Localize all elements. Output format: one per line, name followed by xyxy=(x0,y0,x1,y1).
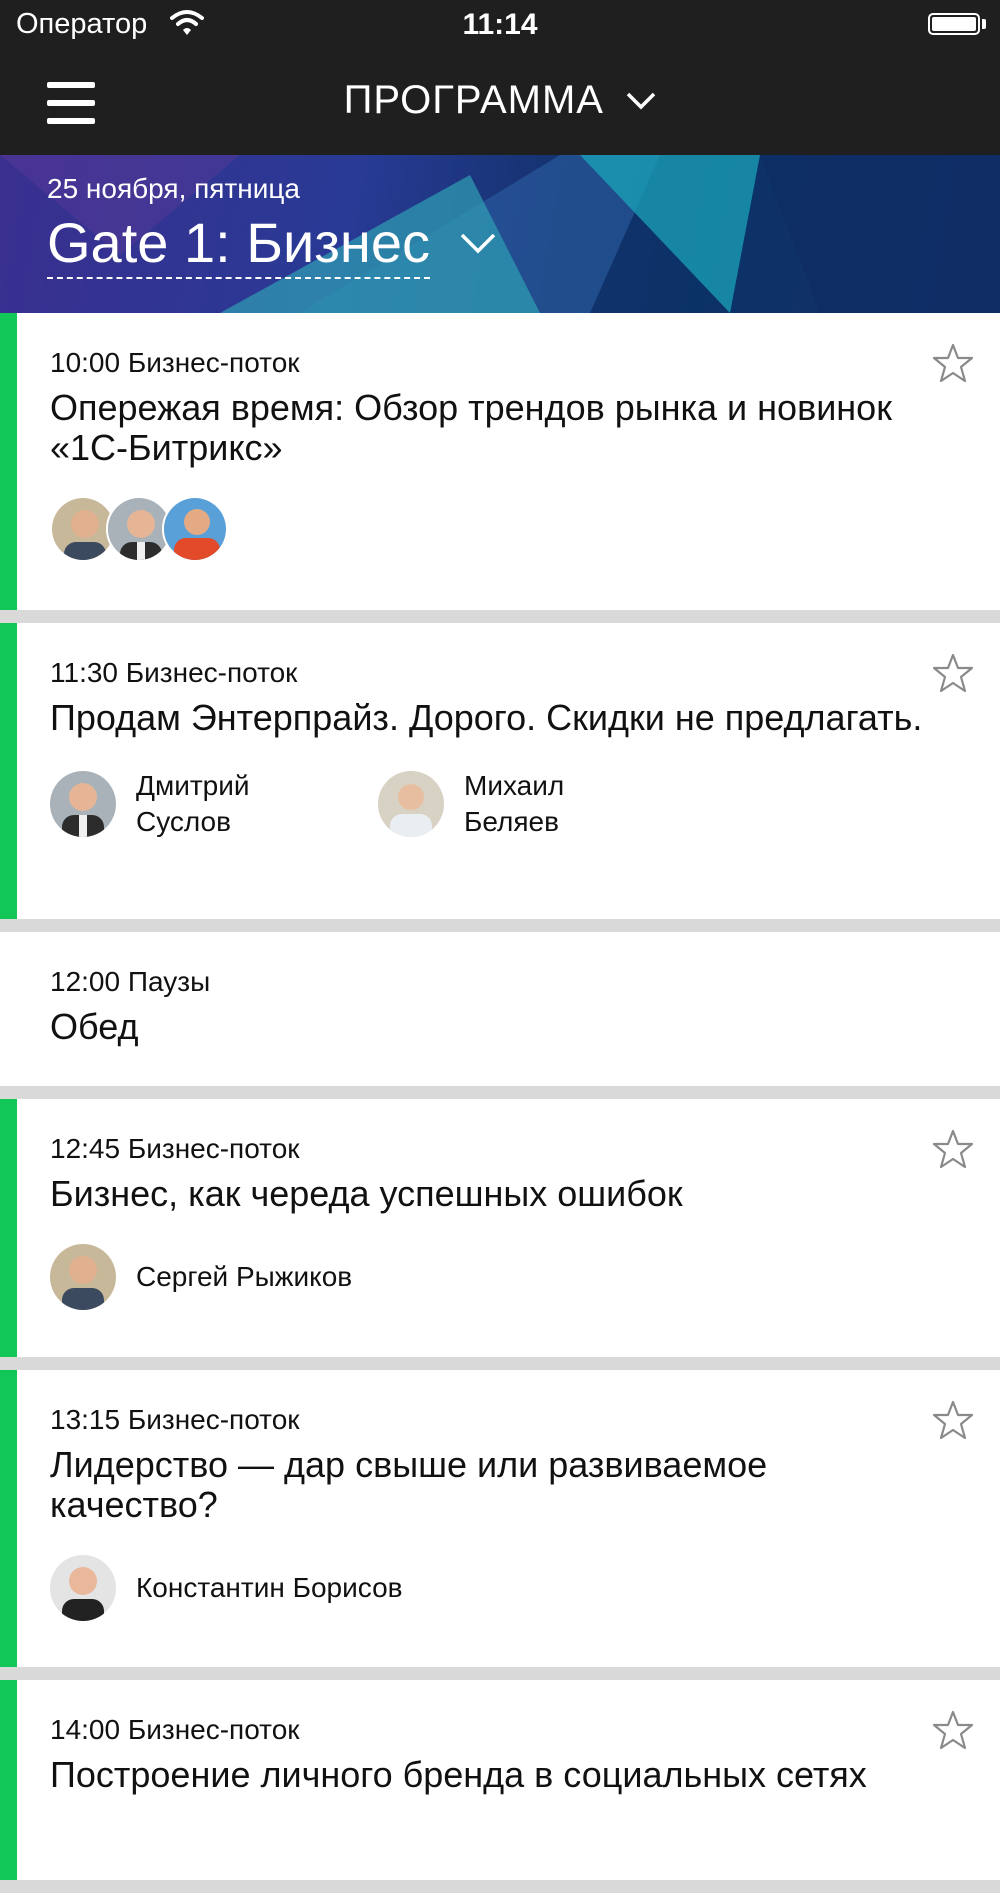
track-selector[interactable]: Gate 1: Бизнес xyxy=(47,211,496,279)
speaker-list: Дмитрий Суслов Михаил Беляев xyxy=(50,768,1000,840)
session-title: Опережая время: Обзор трендов рынка и но… xyxy=(50,387,892,468)
speaker-name: Михаил Беляев xyxy=(464,770,565,837)
battery-icon xyxy=(928,13,980,35)
session-meta: 14:00 Бизнес-поток xyxy=(50,1714,300,1745)
session-meta: 10:00 Бизнес-поток xyxy=(50,347,300,378)
star-icon[interactable] xyxy=(932,1710,974,1750)
speaker[interactable]: Константин Борисов xyxy=(50,1555,550,1621)
session-title: Построение личного бренда в социальных с… xyxy=(50,1754,867,1795)
speaker[interactable]: Дмитрий Суслов xyxy=(50,768,378,840)
session-card[interactable]: 12:00 Паузы Обед xyxy=(0,932,1000,1086)
session-list: 10:00 Бизнес-поток Опережая время: Обзор… xyxy=(0,313,1000,1893)
nav-title: ПРОГРАММА xyxy=(343,78,604,122)
session-title: Продам Энтерпрайз. Дорого. Скидки не пре… xyxy=(50,697,923,738)
speaker[interactable]: Сергей Рыжиков xyxy=(50,1244,550,1310)
event-date: 25 ноября, пятница xyxy=(47,173,300,204)
session-title: Бизнес, как череда успешных ошибок xyxy=(50,1173,683,1214)
speaker-avatars[interactable] xyxy=(50,496,1000,568)
session-meta: 12:00 Паузы xyxy=(50,966,211,997)
speaker[interactable]: Михаил Беляев xyxy=(378,768,706,840)
status-time: 11:14 xyxy=(462,8,538,41)
speaker-name: Дмитрий Суслов xyxy=(136,770,250,837)
nav-bar: ПРОГРАММА xyxy=(0,52,1000,155)
session-card[interactable]: 13:15 Бизнес-поток Лидерство — дар свыше… xyxy=(0,1370,1000,1667)
session-meta: 13:15 Бизнес-поток xyxy=(50,1404,300,1435)
session-title: Обед xyxy=(50,1006,139,1047)
session-card[interactable]: 10:00 Бизнес-поток Опережая время: Обзор… xyxy=(0,313,1000,610)
session-meta: 12:45 Бизнес-поток xyxy=(50,1133,300,1164)
session-title: Лидерство — дар свыше или развиваемое ка… xyxy=(50,1444,768,1525)
speaker-name: Сергей Рыжиков xyxy=(136,1261,353,1292)
speaker-list: Сергей Рыжиков xyxy=(50,1244,1000,1310)
nav-title-dropdown[interactable]: ПРОГРАММА xyxy=(0,78,1000,123)
session-meta: 11:30 Бизнес-поток xyxy=(50,657,298,688)
star-icon[interactable] xyxy=(932,1400,974,1440)
speaker-name: Константин Борисов xyxy=(136,1572,403,1603)
chevron-down-icon xyxy=(627,92,656,109)
avatar xyxy=(162,496,228,562)
session-card[interactable]: 12:45 Бизнес-поток Бизнес, как череда ус… xyxy=(0,1099,1000,1357)
avatar xyxy=(378,771,444,837)
session-card[interactable]: 14:00 Бизнес-поток Построение личного бр… xyxy=(0,1680,1000,1880)
star-icon[interactable] xyxy=(932,653,974,693)
avatar xyxy=(50,1555,116,1621)
star-icon[interactable] xyxy=(932,1129,974,1169)
chevron-down-icon xyxy=(461,233,496,254)
status-bar: Оператор 11:14 xyxy=(0,0,1000,52)
track-title: Gate 1: Бизнес xyxy=(47,211,431,279)
star-icon[interactable] xyxy=(932,343,974,383)
speaker-list: Константин Борисов xyxy=(50,1555,1000,1621)
avatar xyxy=(50,1244,116,1310)
track-header: 25 ноября, пятница Gate 1: Бизнес xyxy=(0,155,1000,313)
battery-tip xyxy=(982,19,986,29)
session-card[interactable]: 11:30 Бизнес-поток Продам Энтерпрайз. До… xyxy=(0,623,1000,919)
avatar xyxy=(50,771,116,837)
